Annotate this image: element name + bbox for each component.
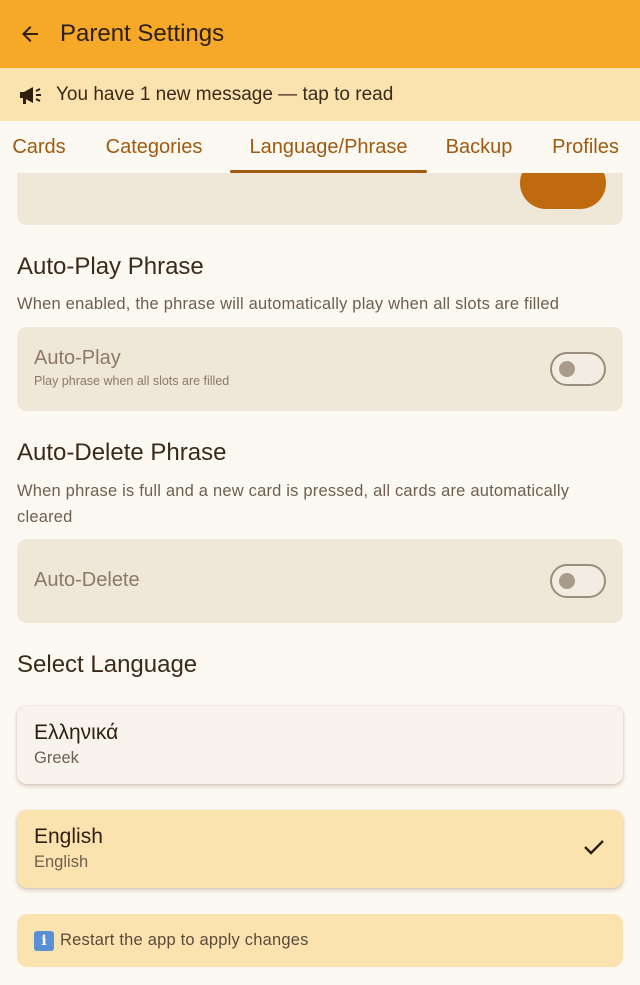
tab-bar: Cards Categories Language/Phrase Backup … — [0, 121, 640, 173]
page-title: Parent Settings — [60, 20, 225, 47]
language-subtitle: English — [34, 853, 89, 871]
language-option-english[interactable]: English English — [17, 810, 623, 888]
settings-content[interactable]: Auto-Play Phrase When enabled, the phras… — [0, 173, 640, 985]
megaphone-icon — [20, 86, 41, 104]
tab-profiles[interactable]: Profiles — [531, 121, 640, 173]
auto-play-toggle[interactable] — [550, 352, 606, 386]
auto-play-sublabel: Play phrase when all slots are filled — [34, 374, 230, 388]
auto-play-card: Auto-Play Play phrase when all slots are… — [17, 327, 623, 411]
language-subtitle: Greek — [34, 749, 79, 767]
auto-delete-description: When phrase is full and a new card is pr… — [17, 482, 570, 526]
tab-cards[interactable]: Cards — [0, 121, 78, 173]
auto-delete-label: Auto-Delete — [34, 569, 140, 591]
restart-info-text: Restart the app to apply changes — [60, 931, 309, 949]
message-banner[interactable]: You have 1 new message — tap to read — [0, 68, 640, 121]
auto-play-description: When enabled, the phrase will automatica… — [17, 295, 560, 313]
tab-categories[interactable]: Categories — [78, 121, 230, 173]
play-phrase-button[interactable] — [520, 173, 606, 209]
toggle-knob — [559, 361, 575, 377]
app-bar: Parent Settings — [0, 0, 640, 68]
language-name: Ελληνικά — [34, 721, 119, 744]
toggle-knob — [559, 573, 575, 589]
auto-delete-card: Auto-Delete — [17, 539, 623, 623]
tab-language-phrase[interactable]: Language/Phrase — [230, 121, 427, 173]
language-name: English — [34, 825, 103, 848]
checkmark-icon — [584, 840, 604, 855]
auto-play-label: Auto-Play — [34, 347, 121, 369]
select-language-title: Select Language — [17, 651, 198, 678]
tab-backup[interactable]: Backup — [427, 121, 531, 173]
auto-delete-toggle[interactable] — [550, 564, 606, 598]
arrow-left-icon — [22, 26, 38, 42]
message-banner-text: You have 1 new message — tap to read — [56, 83, 394, 105]
auto-play-title: Auto-Play Phrase — [17, 253, 204, 280]
auto-delete-title: Auto-Delete Phrase — [17, 439, 227, 466]
back-button[interactable] — [0, 0, 60, 68]
info-icon: i — [34, 930, 54, 951]
language-option-greek[interactable]: Ελληνικά Greek — [17, 706, 623, 784]
restart-info-box: i Restart the app to apply changes — [17, 914, 623, 967]
